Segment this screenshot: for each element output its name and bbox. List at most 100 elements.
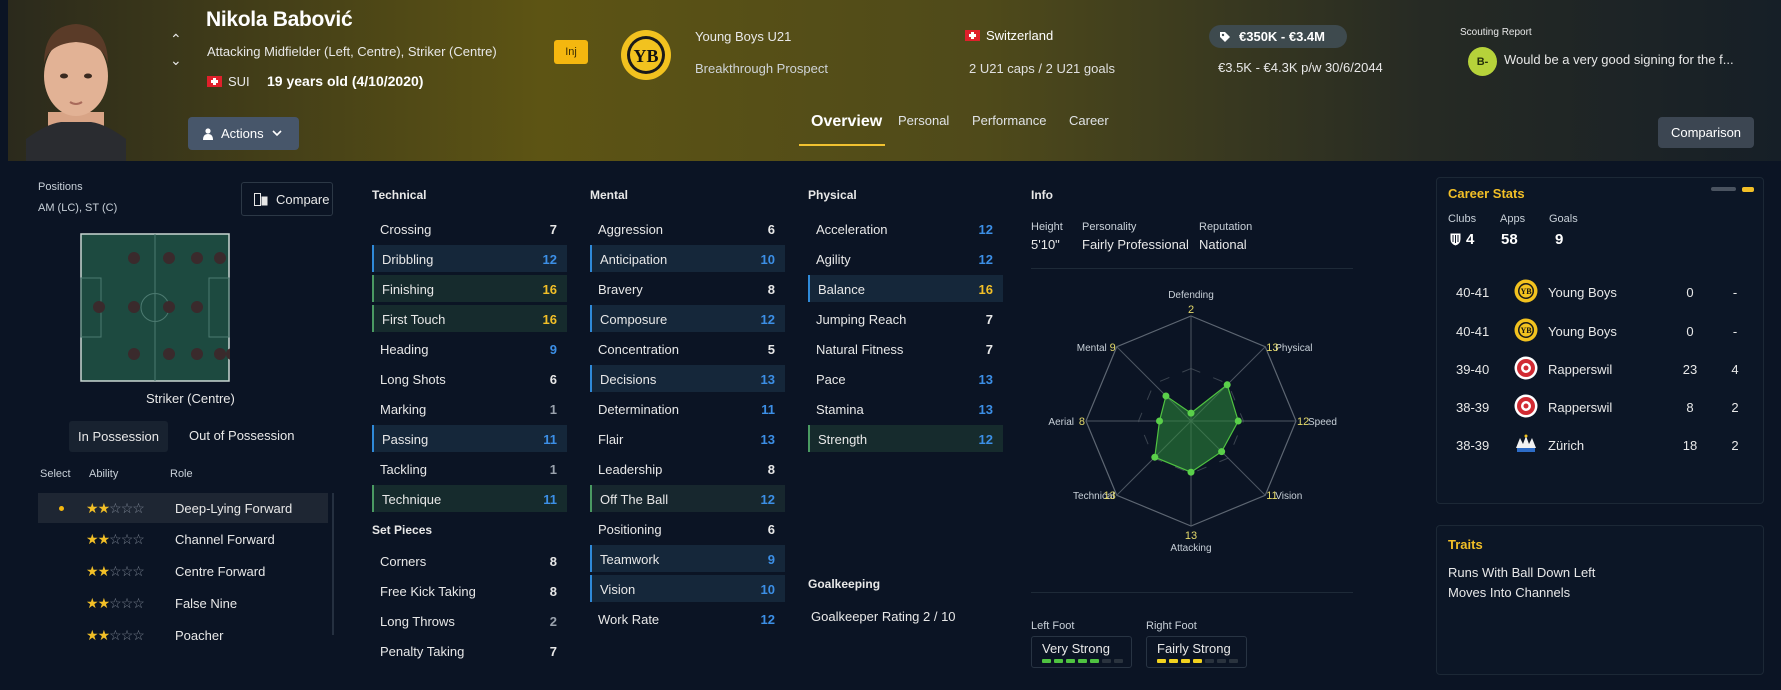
- tab-performance[interactable]: Performance: [972, 113, 1046, 128]
- radar-axis-value: 12: [1297, 416, 1309, 428]
- attribute-row-free-kick-taking[interactable]: Free Kick Taking 8: [372, 577, 567, 604]
- young-boys-logo-icon: YB: [1514, 318, 1538, 342]
- next-player-icon[interactable]: ⌄: [170, 52, 182, 69]
- attribute-row-long-shots[interactable]: Long Shots 6: [372, 365, 567, 392]
- player-age: 19 years old (4/10/2020): [267, 73, 424, 89]
- attribute-row-balance[interactable]: Balance 16: [808, 275, 1003, 302]
- star-icon: ★: [86, 563, 99, 579]
- role-row[interactable]: ★★☆☆☆ Centre Forward: [38, 556, 328, 586]
- attribute-name: Dribbling: [382, 252, 434, 267]
- attribute-row-technique[interactable]: Technique 11: [372, 485, 567, 512]
- attribute-row-determination[interactable]: Determination 11: [590, 395, 785, 422]
- physical-title: Physical: [808, 188, 857, 202]
- attribute-row-heading[interactable]: Heading 9: [372, 335, 567, 362]
- attribute-name: Stamina: [816, 402, 864, 417]
- career-season: 40-41: [1456, 285, 1490, 300]
- role-row[interactable]: ★★☆☆☆ Channel Forward: [38, 524, 328, 554]
- star-icon: ★: [86, 500, 99, 516]
- young-boys-logo-icon[interactable]: YB: [620, 29, 672, 81]
- attribute-value: 11: [761, 402, 775, 417]
- tab-in-possession[interactable]: In Possession: [69, 421, 168, 452]
- previous-player-icon[interactable]: ⌃: [170, 31, 182, 48]
- attribute-row-first-touch[interactable]: First Touch 16: [372, 305, 567, 332]
- attribute-row-vision[interactable]: Vision 10: [590, 575, 785, 602]
- attribute-row-tackling[interactable]: Tackling 1: [372, 455, 567, 482]
- actions-button[interactable]: Actions: [188, 117, 299, 150]
- comparison-button[interactable]: Comparison: [1658, 117, 1754, 148]
- attribute-row-decisions[interactable]: Decisions 13: [590, 365, 785, 392]
- attribute-row-leadership[interactable]: Leadership 8: [590, 455, 785, 482]
- attribute-row-jumping-reach[interactable]: Jumping Reach 7: [808, 305, 1003, 332]
- attribute-row-natural-fitness[interactable]: Natural Fitness 7: [808, 335, 1003, 362]
- attribute-value: 7: [985, 342, 993, 357]
- attribute-row-stamina[interactable]: Stamina 13: [808, 395, 1003, 422]
- attribute-row-aggression[interactable]: Aggression 6: [590, 215, 785, 242]
- career-row[interactable]: 38-39 Zürich 18 2: [1448, 430, 1748, 464]
- attribute-row-marking[interactable]: Marking 1: [372, 395, 567, 422]
- foot-strength-bar: [1181, 659, 1190, 663]
- career-row[interactable]: 40-41 YB Young Boys 0 -: [1448, 316, 1748, 350]
- scouting-grade-badge: B-: [1468, 47, 1497, 76]
- attribute-row-agility[interactable]: Agility 12: [808, 245, 1003, 272]
- attribute-row-finishing[interactable]: Finishing 16: [372, 275, 567, 302]
- attribute-row-bravery[interactable]: Bravery 8: [590, 275, 785, 302]
- foot-strength-bar: [1042, 659, 1051, 663]
- club-name[interactable]: Young Boys U21: [695, 29, 791, 44]
- attribute-row-passing[interactable]: Passing 11: [372, 425, 567, 452]
- attribute-row-anticipation[interactable]: Anticipation 10: [590, 245, 785, 272]
- selected-position-label: Striker (Centre): [146, 391, 235, 406]
- attribute-row-teamwork[interactable]: Teamwork 9: [590, 545, 785, 572]
- attribute-row-pace[interactable]: Pace 13: [808, 365, 1003, 392]
- attribute-row-work-rate[interactable]: Work Rate 12: [590, 605, 785, 632]
- attribute-name: First Touch: [382, 312, 446, 327]
- roles-scrollbar[interactable]: [332, 493, 334, 635]
- injury-badge[interactable]: Inj: [554, 40, 588, 64]
- position-pitch-map[interactable]: [80, 233, 230, 382]
- attribute-value: 1: [549, 402, 557, 417]
- attribute-name: Corners: [380, 554, 427, 569]
- right-foot-label: Right Foot: [1146, 620, 1197, 632]
- reputation-label: Reputation: [1199, 221, 1253, 233]
- foot-strength-bar: [1066, 659, 1075, 663]
- tab-overview[interactable]: Overview: [811, 113, 882, 131]
- attribute-value: 10: [760, 252, 775, 267]
- radar-point: [1234, 417, 1242, 425]
- attribute-name: Tackling: [380, 462, 427, 477]
- attribute-row-composure[interactable]: Composure 12: [590, 305, 785, 332]
- career-row[interactable]: 38-39 Rapperswil 8 2: [1448, 392, 1748, 426]
- carousel-dot[interactable]: [1711, 187, 1736, 191]
- role-row[interactable]: ★★☆☆☆ Poacher: [38, 620, 328, 650]
- attribute-name: Aggression: [598, 222, 664, 237]
- star-icon: ☆: [120, 531, 134, 547]
- career-stats-title[interactable]: Career Stats: [1448, 186, 1525, 201]
- tab-out-of-possession[interactable]: Out of Possession: [189, 428, 295, 443]
- scouting-report-text[interactable]: Would be a very good signing for the f..…: [1504, 52, 1734, 67]
- attribute-name: Balance: [818, 282, 865, 297]
- attribute-row-corners[interactable]: Corners 8: [372, 547, 567, 574]
- career-goals: -: [1732, 324, 1738, 339]
- career-row[interactable]: 40-41 YB Young Boys 0 -: [1448, 277, 1748, 311]
- price-tag-icon: [1220, 31, 1230, 42]
- attribute-row-penalty-taking[interactable]: Penalty Taking 7: [372, 637, 567, 664]
- attribute-row-flair[interactable]: Flair 13: [590, 425, 785, 452]
- role-row[interactable]: ★★☆☆☆ Deep-Lying Forward: [38, 493, 328, 523]
- tab-career[interactable]: Career: [1069, 113, 1109, 128]
- attribute-row-dribbling[interactable]: Dribbling 12: [372, 245, 567, 272]
- radar-axis-label: Physical: [1275, 343, 1312, 354]
- tab-personal[interactable]: Personal: [898, 113, 949, 128]
- nation-name[interactable]: Switzerland: [986, 28, 1053, 43]
- compare-button[interactable]: Compare: [241, 182, 333, 216]
- attribute-row-concentration[interactable]: Concentration 5: [590, 335, 785, 362]
- attribute-row-crossing[interactable]: Crossing 7: [372, 215, 567, 242]
- attribute-value: 10: [760, 582, 775, 597]
- attribute-row-acceleration[interactable]: Acceleration 12: [808, 215, 1003, 242]
- attribute-row-long-throws[interactable]: Long Throws 2: [372, 607, 567, 634]
- attribute-row-off-the-ball[interactable]: Off The Ball 12: [590, 485, 785, 512]
- attribute-row-positioning[interactable]: Positioning 6: [590, 515, 785, 542]
- carousel-dot-active[interactable]: [1742, 187, 1754, 192]
- attribute-row-strength[interactable]: Strength 12: [808, 425, 1003, 452]
- career-row[interactable]: 39-40 Rapperswil 23 4: [1448, 354, 1748, 388]
- role-row[interactable]: ★★☆☆☆ False Nine: [38, 588, 328, 618]
- radar-axis-value: 13: [1185, 530, 1197, 542]
- career-goals: 2: [1731, 438, 1739, 453]
